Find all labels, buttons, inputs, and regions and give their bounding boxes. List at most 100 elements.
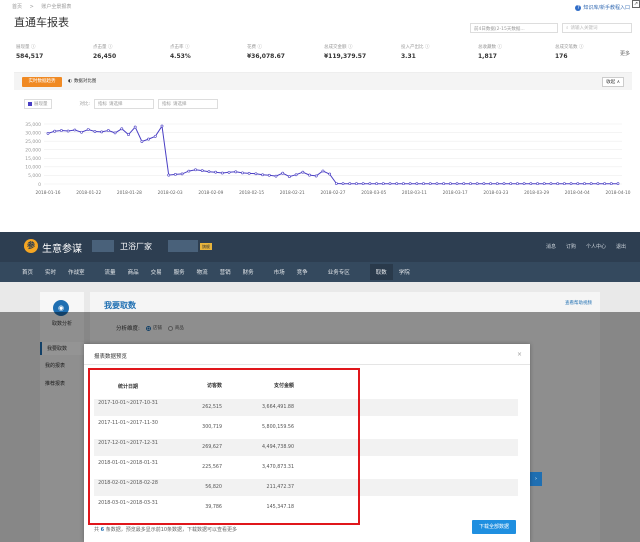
data-point[interactable] <box>267 173 271 177</box>
data-point[interactable] <box>388 182 392 186</box>
download-all-button[interactable]: 下载全部数据 <box>472 520 516 534</box>
data-point[interactable] <box>80 130 83 134</box>
data-point[interactable] <box>220 171 224 175</box>
data-point[interactable] <box>187 169 191 173</box>
nav-item[interactable]: 财务 <box>243 268 254 276</box>
tab-realtime-trend[interactable]: 实时数据趋势 <box>22 77 62 87</box>
data-point[interactable] <box>207 170 211 174</box>
nav-item[interactable]: 业务专区 <box>328 268 350 276</box>
nav-item[interactable]: 流量 <box>105 268 116 276</box>
nav-item[interactable]: 服务 <box>174 268 185 276</box>
data-point[interactable] <box>200 169 204 173</box>
data-point[interactable] <box>489 182 492 186</box>
data-point[interactable] <box>140 140 144 143</box>
nav-item[interactable]: 营销 <box>220 268 231 276</box>
data-point[interactable] <box>153 134 157 138</box>
data-point[interactable] <box>536 182 539 186</box>
data-point[interactable] <box>556 182 560 186</box>
help-link[interactable]: ? 知识库/新手教程入口 <box>575 4 630 11</box>
data-point[interactable] <box>469 182 472 186</box>
data-point[interactable] <box>395 182 399 186</box>
data-point[interactable] <box>596 182 600 186</box>
data-point[interactable] <box>542 182 546 186</box>
data-point[interactable] <box>66 129 70 133</box>
tab-compare[interactable]: ◐ 数据对比图 <box>68 77 96 87</box>
data-point[interactable] <box>422 182 425 186</box>
data-point[interactable] <box>589 182 593 186</box>
data-point[interactable] <box>328 172 332 176</box>
data-point[interactable] <box>93 130 97 133</box>
data-point[interactable] <box>127 133 130 137</box>
data-point[interactable] <box>415 182 419 186</box>
data-point[interactable] <box>355 182 358 186</box>
compare-select-1[interactable]: 指标 请选择 <box>94 99 155 109</box>
header-link-messages[interactable]: 消息 <box>546 243 556 250</box>
data-point[interactable] <box>442 182 446 186</box>
data-point[interactable] <box>495 182 499 186</box>
data-point[interactable] <box>241 171 244 175</box>
kpi-item[interactable]: 点击量 ⓘ 26,450 <box>93 44 170 60</box>
data-point[interactable] <box>475 182 479 186</box>
data-point[interactable] <box>106 129 110 132</box>
data-point[interactable] <box>562 182 566 186</box>
kpi-item[interactable]: 总成交金额 ⓘ ¥119,379.57 <box>324 44 401 60</box>
data-point[interactable] <box>375 182 378 186</box>
data-point[interactable] <box>435 182 439 186</box>
data-point[interactable] <box>301 170 305 174</box>
kpi-item[interactable]: 投入产出比 ⓘ 3.31 <box>401 44 478 60</box>
data-point[interactable] <box>583 182 586 186</box>
data-point[interactable] <box>448 182 452 186</box>
kpi-item[interactable]: 点击率 ⓘ 4.53% <box>170 44 247 60</box>
data-point[interactable] <box>227 170 231 174</box>
data-point[interactable] <box>314 174 318 178</box>
page-chip[interactable]: › <box>530 472 542 486</box>
header-link-logout[interactable]: 退出 <box>616 243 626 250</box>
data-point[interactable] <box>147 137 150 141</box>
data-point[interactable] <box>609 182 613 186</box>
search-input[interactable]: ⌕ 请输入关键词 <box>562 23 632 33</box>
nav-item[interactable]: 首页 <box>22 268 33 276</box>
nav-item[interactable]: 物流 <box>197 268 208 276</box>
nav-item[interactable]: 市场 <box>274 268 285 276</box>
data-point[interactable] <box>73 128 77 132</box>
data-point[interactable] <box>482 182 486 186</box>
data-point[interactable] <box>113 131 117 135</box>
header-link-subscribe[interactable]: 订购 <box>566 243 576 250</box>
data-point[interactable] <box>576 182 580 186</box>
nav-item[interactable]: 商品 <box>128 268 139 276</box>
kpi-more-button[interactable]: 更多 <box>620 50 630 57</box>
data-point[interactable] <box>247 171 251 175</box>
help-video-link[interactable]: 查看帮助视频 <box>565 300 592 306</box>
nav-item[interactable]: 竞争 <box>297 268 308 276</box>
data-point[interactable] <box>254 172 258 176</box>
data-point[interactable] <box>408 182 412 186</box>
nav-item[interactable]: 作战室 <box>68 268 85 276</box>
close-icon[interactable]: × <box>517 351 522 358</box>
nav-item[interactable]: 实时 <box>45 268 56 276</box>
data-point[interactable] <box>509 182 513 186</box>
data-point[interactable] <box>120 127 124 131</box>
data-point[interactable] <box>308 173 311 177</box>
external-icon[interactable]: ↗ <box>632 0 640 8</box>
breadcrumb-home[interactable]: 首页 <box>12 4 22 10</box>
data-point[interactable] <box>174 173 177 176</box>
data-point[interactable] <box>428 182 432 186</box>
data-point[interactable] <box>180 172 184 176</box>
compare-select-2[interactable]: 指标 请选择 <box>158 99 219 109</box>
data-point[interactable] <box>194 168 197 172</box>
data-point[interactable] <box>214 170 218 174</box>
data-point[interactable] <box>402 182 405 186</box>
data-point[interactable] <box>46 132 50 135</box>
data-point[interactable] <box>381 182 385 186</box>
kpi-item[interactable]: 展现量 ⓘ 584,517 <box>16 44 93 60</box>
data-point[interactable] <box>100 130 104 134</box>
data-point[interactable] <box>462 182 466 186</box>
data-point[interactable] <box>133 125 137 129</box>
data-point[interactable] <box>234 170 238 174</box>
data-point[interactable] <box>167 173 171 177</box>
data-point[interactable] <box>522 182 526 186</box>
header-link-profile[interactable]: 个人中心 <box>586 243 606 250</box>
data-point[interactable] <box>274 174 278 178</box>
data-point[interactable] <box>516 182 519 186</box>
data-point[interactable] <box>261 173 264 177</box>
